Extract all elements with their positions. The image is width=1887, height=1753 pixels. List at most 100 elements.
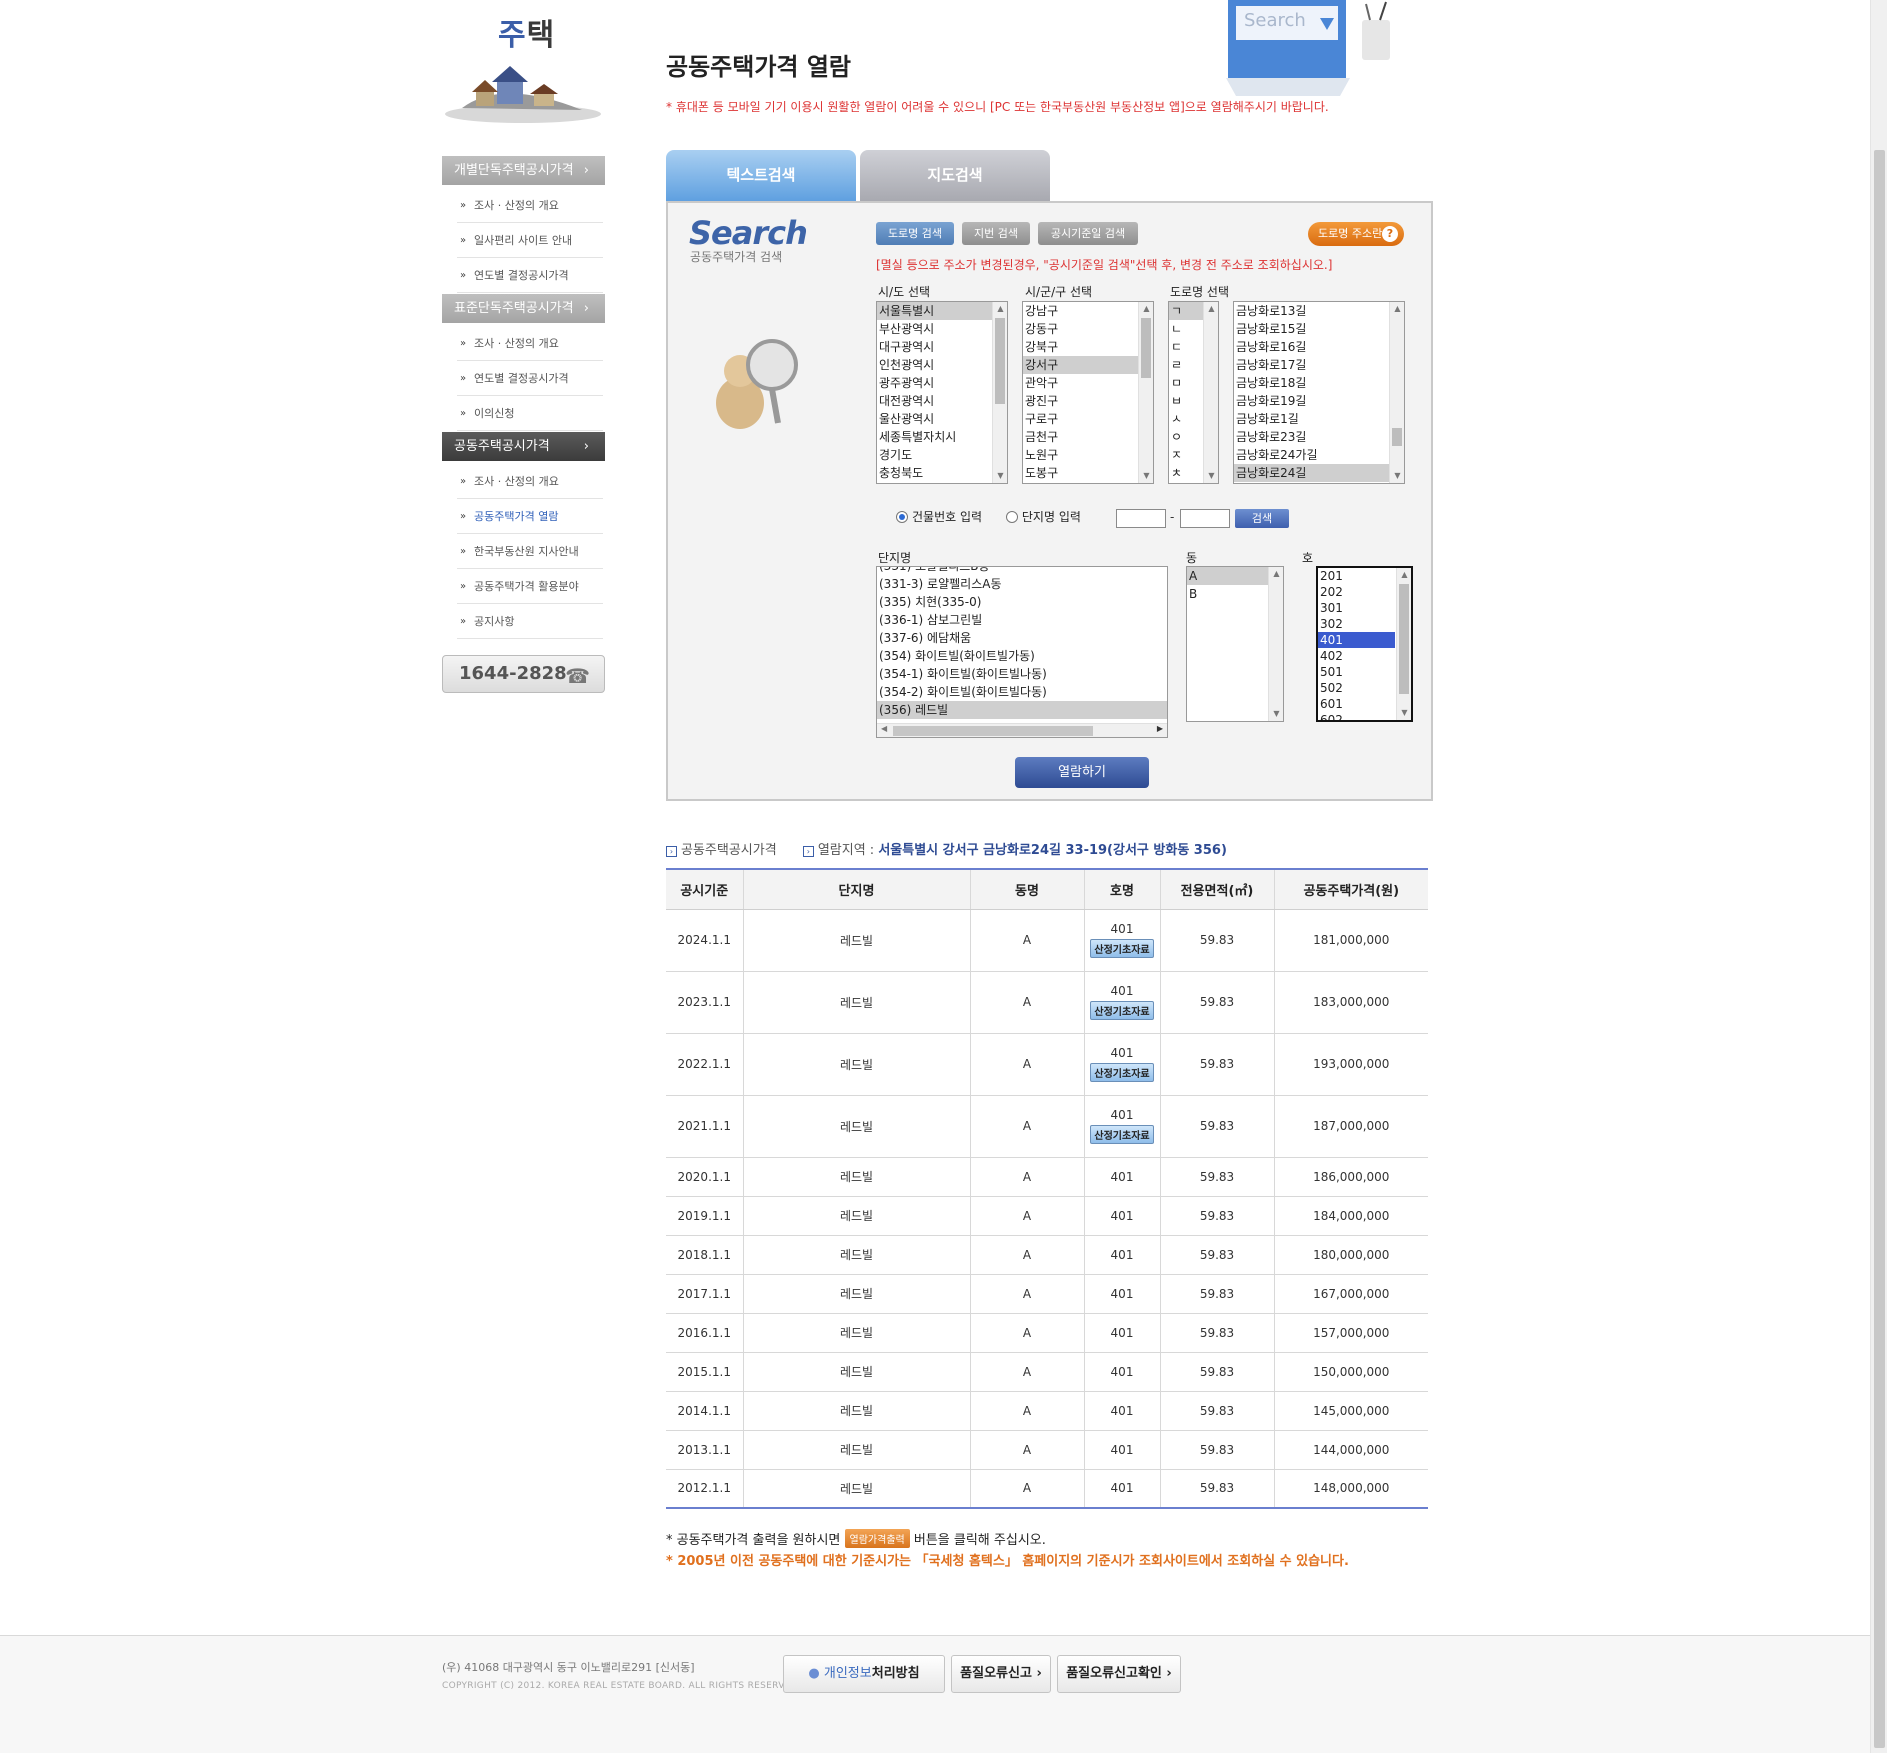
list-item[interactable]: (354-1) 화이트빌(화이트빌나동) — [877, 665, 1167, 683]
list-item[interactable]: 광진구 — [1023, 392, 1153, 410]
list-item[interactable]: 금낭화로1길 — [1234, 410, 1404, 428]
tab-map-search[interactable]: 지도검색 — [860, 150, 1050, 201]
road-scrollbar[interactable]: ▲ ▼ — [1389, 302, 1404, 483]
complex-hscrollbar[interactable]: ◀ ▶ — [877, 723, 1167, 737]
list-item[interactable]: 강서구 — [1023, 356, 1153, 374]
dong-scrollbar[interactable]: ▲ ▼ — [1268, 567, 1283, 721]
menu-item-objection[interactable]: 이의신청 — [457, 396, 603, 431]
quality-report-button[interactable]: 품질오류신고 › — [951, 1655, 1051, 1693]
complex-listbox[interactable]: (331) 로얄펠리스B동 (331-3) 로얄펠리스A동 (335) 치현(3… — [876, 566, 1168, 738]
list-item[interactable]: 금낭화로15길 — [1234, 320, 1404, 338]
tab-text-search[interactable]: 텍스트검색 — [666, 150, 856, 201]
ho-listbox[interactable]: 201 202 301 302 401 402 501 502 601 602 … — [1316, 566, 1413, 722]
list-item[interactable]: 금낭화로13길 — [1234, 302, 1404, 320]
list-item[interactable]: 관악구 — [1023, 374, 1153, 392]
list-item[interactable]: 강남구 — [1023, 302, 1153, 320]
road-listbox[interactable]: 금낭화로13길 금낭화로15길 금낭화로16길 금낭화로17길 금낭화로18길 … — [1233, 301, 1405, 484]
find-button[interactable]: 검색 — [1235, 509, 1289, 528]
sigungu-scrollbar[interactable]: ▲ ▼ — [1138, 302, 1153, 483]
building-main-number-input[interactable] — [1116, 509, 1166, 528]
list-item[interactable]: 금천구 — [1023, 428, 1153, 446]
menu-item-standard-yearly[interactable]: 연도별 결정공시가격 — [457, 361, 603, 396]
list-item[interactable]: 금낭화로19길 — [1234, 392, 1404, 410]
radio-building-number[interactable]: 건물번호 입력 — [896, 510, 982, 524]
list-item[interactable]: 울산광역시 — [877, 410, 1007, 428]
list-item[interactable]: (337-6) 에담채움 — [877, 629, 1167, 647]
print-note: * 공동주택가격 출력을 원하시면 열람가격출력 버튼을 클릭해 주십시오. — [666, 1529, 1046, 1548]
menu-item-individual-yearly[interactable]: 연도별 결정공시가격 — [457, 258, 603, 293]
menu-item-apartment-overview[interactable]: 조사 · 산정의 개요 — [457, 464, 603, 499]
quality-report-check-button[interactable]: 품질오류신고확인 › — [1057, 1655, 1181, 1693]
privacy-policy-button[interactable]: ● 개인정보처리방침 — [783, 1655, 945, 1693]
detail-data-button[interactable]: 산정기초자료 — [1090, 1063, 1154, 1082]
list-item[interactable]: (336-1) 삼보그린빌 — [877, 611, 1167, 629]
menu-item-individual-overview[interactable]: 조사 · 산정의 개요 — [457, 188, 603, 223]
list-item[interactable]: 구로구 — [1023, 410, 1153, 428]
list-item[interactable]: 금낭화로16길 — [1234, 338, 1404, 356]
search-art-text: Search — [1244, 10, 1306, 31]
list-item[interactable]: 노원구 — [1023, 446, 1153, 464]
list-item[interactable]: 부산광역시 — [877, 320, 1007, 338]
radio-complex-name[interactable]: 단지명 입력 — [1005, 510, 1081, 524]
detail-data-button[interactable]: 산정기초자료 — [1090, 1125, 1154, 1144]
menu-item-apartment-view[interactable]: 공동주택가격 열람 — [457, 499, 603, 534]
menu-group-standard[interactable]: 표준단독주택공시가격 › — [442, 294, 605, 323]
date-search-button[interactable]: 공시기준일 검색 — [1038, 222, 1138, 245]
ho-scrollbar[interactable]: ▲ ▼ — [1396, 568, 1411, 720]
list-item[interactable]: 광주광역시 — [877, 374, 1007, 392]
dong-listbox[interactable]: A B ▲ ▼ — [1186, 566, 1284, 722]
road-search-button[interactable]: 도로명 검색 — [876, 222, 954, 245]
list-item[interactable]: 대구광역시 — [877, 338, 1007, 356]
detail-data-button[interactable]: 산정기초자료 — [1090, 1001, 1154, 1020]
menu-item-standard-overview[interactable]: 조사 · 산정의 개요 — [457, 326, 603, 361]
list-item[interactable]: 금낭화로18길 — [1234, 374, 1404, 392]
list-item[interactable]: 충청북도 — [877, 464, 1007, 482]
menu-item-notice[interactable]: 공지사항 — [457, 604, 603, 639]
sido-listbox[interactable]: 서울특별시 부산광역시 대구광역시 인천광역시 광주광역시 대전광역시 울산광역… — [876, 301, 1008, 484]
list-item[interactable]: 금낭화로23길 — [1234, 428, 1404, 446]
cell-price: 183,000,000 — [1273, 971, 1428, 1034]
list-item[interactable]: 서울특별시 — [877, 302, 1007, 320]
detail-data-button[interactable]: 산정기초자료 — [1090, 939, 1154, 958]
list-item[interactable]: 금낭화로17길 — [1234, 356, 1404, 374]
cell-price: 187,000,000 — [1273, 1095, 1428, 1158]
print-price-button[interactable]: 열람가격출력 — [844, 1529, 910, 1548]
menu-item-ilsa-site[interactable]: 일사편리 사이트 안내 — [457, 223, 603, 258]
list-item[interactable]: 대전광역시 — [877, 392, 1007, 410]
list-item[interactable]: 인천광역시 — [877, 356, 1007, 374]
list-item[interactable]: 경기도 — [877, 446, 1007, 464]
sido-scrollbar[interactable]: ▲ ▼ — [992, 302, 1007, 483]
list-item[interactable]: 세종특별자치시 — [877, 428, 1007, 446]
list-item[interactable]: 금낭화로24가길 — [1234, 446, 1404, 464]
menu-group-apartment[interactable]: 공동주택공시가격 › — [442, 432, 605, 461]
col-price: 공동주택가격(원) — [1273, 869, 1428, 910]
initial-scrollbar[interactable]: ▲ ▼ — [1203, 302, 1218, 483]
list-item[interactable]: 금낭화로24길 — [1234, 464, 1404, 482]
view-button[interactable]: 열람하기 — [1015, 757, 1149, 788]
window-scrollbar[interactable] — [1870, 0, 1887, 1753]
road-address-guide-button[interactable]: 도로명 주소란? — [1308, 222, 1404, 246]
list-item[interactable]: 강북구 — [1023, 338, 1153, 356]
cell-dong: A — [969, 1391, 1084, 1431]
building-sub-number-input[interactable] — [1180, 509, 1230, 528]
cell-complex: 레드빌 — [742, 1469, 970, 1509]
cell-area: 59.83 — [1159, 909, 1274, 972]
cell-complex: 레드빌 — [742, 1095, 970, 1158]
list-item[interactable]: (331) 로얄펠리스B동 — [877, 567, 1167, 575]
sigungu-listbox[interactable]: 강남구 강동구 강북구 강서구 관악구 광진구 구로구 금천구 노원구 도봉구 … — [1022, 301, 1154, 484]
menu-item-usage[interactable]: 공동주택가격 활용분야 — [457, 569, 603, 604]
cell-complex: 레드빌 — [742, 1196, 970, 1236]
list-item[interactable]: 강동구 — [1023, 320, 1153, 338]
window-scrollbar-thumb[interactable] — [1874, 150, 1885, 1748]
list-item[interactable]: 401 — [1318, 632, 1395, 648]
list-item[interactable]: (331-3) 로얄펠리스A동 — [877, 575, 1167, 593]
lot-search-button[interactable]: 지번 검색 — [962, 222, 1030, 245]
menu-item-branch-guide[interactable]: 한국부동산원 지사안내 — [457, 534, 603, 569]
list-item[interactable]: (335) 치현(335-0) — [877, 593, 1167, 611]
list-item[interactable]: (354) 화이트빌(화이트빌가동) — [877, 647, 1167, 665]
list-item[interactable]: (356) 레드빌 — [877, 701, 1167, 719]
initial-listbox[interactable]: ㄱ ㄴ ㄷ ㄹ ㅁ ㅂ ㅅ ㅇ ㅈ ㅊ ▲ ▼ — [1168, 301, 1219, 484]
list-item[interactable]: (354-2) 화이트빌(화이트빌다동) — [877, 683, 1167, 701]
list-item[interactable]: 도봉구 — [1023, 464, 1153, 482]
menu-group-individual[interactable]: 개별단독주택공시가격 › — [442, 156, 605, 185]
